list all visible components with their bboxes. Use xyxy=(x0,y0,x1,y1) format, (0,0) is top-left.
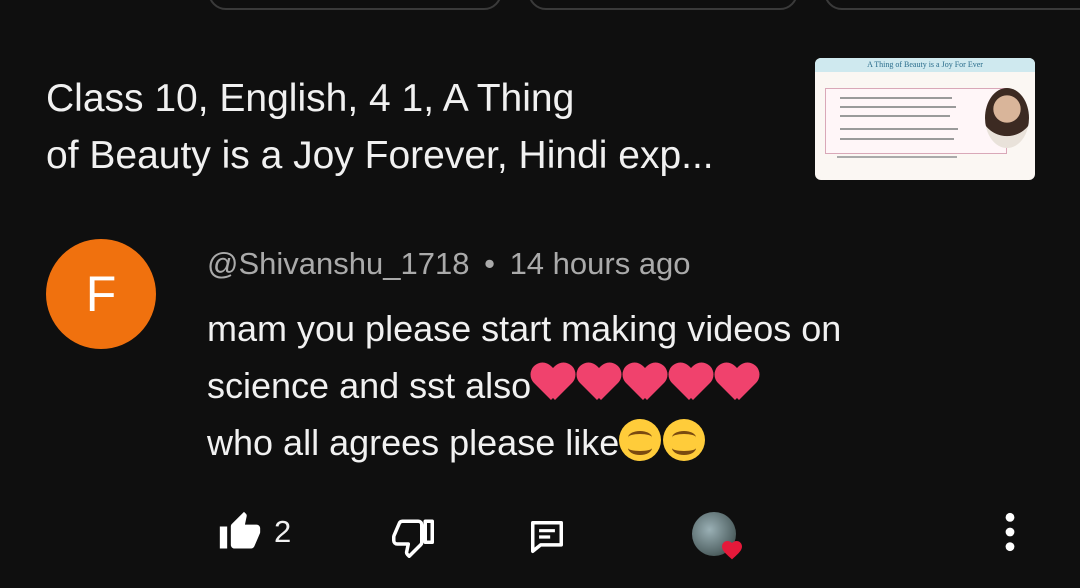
comment-action-bar: 2 xyxy=(0,500,1080,570)
more-options-button[interactable] xyxy=(1000,510,1020,559)
top-chip[interactable] xyxy=(208,0,502,10)
video-title-line-1: Class 10, English, 4 1, A Thing xyxy=(46,77,575,120)
heart-emoji-icon xyxy=(669,364,713,404)
thumbnail-portrait xyxy=(985,88,1029,148)
comment-line-3-text: who all agrees please like xyxy=(207,422,620,463)
thumbs-down-icon xyxy=(392,519,434,558)
top-chip[interactable] xyxy=(824,0,1080,10)
video-thumbnail[interactable]: A Thing of Beauty is a Joy For Ever xyxy=(815,58,1035,180)
like-count: 2 xyxy=(274,514,292,549)
heart-emoji-icon xyxy=(623,364,667,404)
thumbs-up-icon xyxy=(219,511,261,549)
comment-line-2: science and sst also xyxy=(207,357,841,414)
creator-heart-icon xyxy=(722,541,742,560)
dislike-button[interactable] xyxy=(392,516,434,563)
top-chip-row xyxy=(0,0,1080,10)
video-title-line-2: of Beauty is a Joy Forever, Hindi exp... xyxy=(46,134,714,177)
thumbnail-line xyxy=(840,128,958,130)
thumbnail-caption xyxy=(837,156,957,158)
smiling-face-emoji-icon xyxy=(663,419,706,461)
avatar-letter: F xyxy=(85,266,117,322)
thumbnail-line xyxy=(840,97,952,99)
video-title[interactable]: Class 10, English, 4 1, A Thing of Beaut… xyxy=(46,70,806,184)
heart-emoji-icon xyxy=(577,364,621,404)
reply-comment-icon xyxy=(531,521,563,553)
reply-button[interactable] xyxy=(528,518,566,561)
avatar[interactable]: F xyxy=(46,239,156,349)
top-chip[interactable] xyxy=(528,0,798,10)
creator-heart[interactable] xyxy=(690,510,746,566)
comment-line-3: who all agrees please like xyxy=(207,414,841,471)
comment-timestamp: 14 hours ago xyxy=(509,246,691,281)
smiling-face-emoji-icon xyxy=(619,419,662,461)
more-vert-icon xyxy=(1005,512,1015,552)
comment-meta: @Shivanshu_1718 • 14 hours ago xyxy=(207,246,691,282)
like-button[interactable]: 2 xyxy=(218,510,291,554)
comment-line-1: mam you please start making videos on xyxy=(207,308,842,349)
thumbnail-line xyxy=(840,115,950,117)
heart-emoji-icon xyxy=(531,364,575,404)
thumbnail-heading: A Thing of Beauty is a Joy For Ever xyxy=(815,58,1035,72)
heart-emoji-icon xyxy=(715,364,759,404)
comment-author[interactable]: @Shivanshu_1718 xyxy=(207,246,469,281)
meta-separator: • xyxy=(484,246,495,281)
thumbnail-text-box xyxy=(825,88,1007,154)
comment-text: mam you please start making videos on sc… xyxy=(207,300,841,471)
thumbnail-line xyxy=(840,106,956,108)
comment-line-2-text: science and sst also xyxy=(207,365,532,406)
thumbnail-line xyxy=(840,138,954,140)
